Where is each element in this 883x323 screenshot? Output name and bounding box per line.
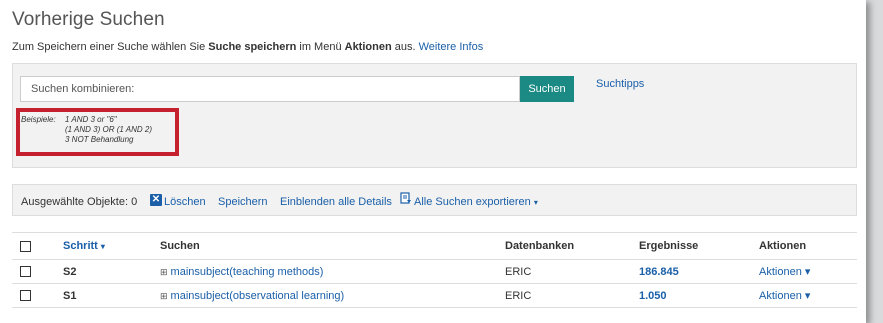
row-checkbox[interactable] [20,266,31,278]
example-line: 1 AND 3 or "6" [65,115,117,124]
table-row: S2 ⊞ mainsubject(teaching methods) ERIC 1… [12,259,857,284]
table-row: S1 ⊞ mainsubject(observational learning) … [12,283,857,308]
save-button[interactable]: Speichern [218,196,268,208]
examples-label: Beispiele: [21,115,56,124]
hint-prefix: Zum Speichern einer Suche wählen Sie [12,41,209,53]
export-label: Alle Suchen exportieren [414,196,531,208]
search-header: Suchen [152,232,497,260]
combine-searches-input[interactable] [20,76,520,102]
delete-icon[interactable]: ✕ [150,194,162,206]
table-header-row: Schritt ▾ Suchen Datenbanken Ergebnisse … [12,232,857,260]
example-line: 3 NOT Behandlung [65,135,134,144]
step-id: S2 [63,265,77,278]
expand-icon[interactable]: ⊞ [160,291,168,301]
save-hint: Zum Speichern einer Suche wählen Sie Suc… [12,41,483,53]
selected-count: Ausgewählte Objekte: 0 [21,196,138,208]
step-id: S1 [63,289,77,302]
databases-header: Datenbanken [497,232,631,260]
row-checkbox[interactable] [20,290,31,302]
step-header-label: Schritt [63,240,98,252]
database-cell: ERIC [497,259,631,284]
hint-bold-actions: Aktionen [344,41,392,53]
results-count-link[interactable]: 186.845 [639,266,679,278]
search-query-link[interactable]: mainsubject(observational learning) [171,290,345,302]
example-line: (1 AND 3) OR (1 AND 2) [65,125,152,134]
hint-middle: im Menü [296,41,345,53]
examples-highlight-box: Beispiele: 1 AND 3 or "6" (1 AND 3) OR (… [16,108,179,156]
actions-dropdown[interactable]: Aktionen ▾ [759,290,810,302]
previous-searches-panel: Vorherige Suchen Zum Speichern einer Suc… [0,0,866,323]
more-info-link[interactable]: Weitere Infos [419,41,484,53]
page-title: Vorherige Suchen [12,9,165,30]
delete-button[interactable]: Löschen [164,196,206,208]
combine-searches-box: Suchen Suchtipps Beispiele: 1 AND 3 or "… [12,63,857,168]
actions-header: Aktionen [751,232,857,260]
select-all-checkbox[interactable] [20,240,31,252]
results-header: Ergebnisse [631,232,751,260]
actions-dropdown[interactable]: Aktionen ▾ [759,266,810,278]
export-icon[interactable] [400,192,412,205]
hint-suffix: aus. [391,41,419,53]
results-count-link[interactable]: 1.050 [639,290,667,302]
search-query-link[interactable]: mainsubject(teaching methods) [171,266,324,278]
search-tips-link[interactable]: Suchtipps [596,78,644,90]
sort-step-header[interactable]: Schritt ▾ [63,240,105,252]
chevron-down-icon: ▾ [533,198,538,207]
search-history-table: Schritt ▾ Suchen Datenbanken Ergebnisse … [12,232,857,308]
selection-toolbar: Ausgewählte Objekte: 0 ✕ Löschen Speiche… [12,184,857,216]
show-details-button[interactable]: Einblenden alle Details [280,196,392,208]
sort-caret-icon: ▾ [100,242,105,251]
export-all-button[interactable]: Alle Suchen exportieren ▾ [414,196,538,208]
database-cell: ERIC [497,283,631,308]
expand-icon[interactable]: ⊞ [160,267,168,277]
hint-bold-save: Suche speichern [208,41,297,53]
search-button[interactable]: Suchen [520,76,574,102]
